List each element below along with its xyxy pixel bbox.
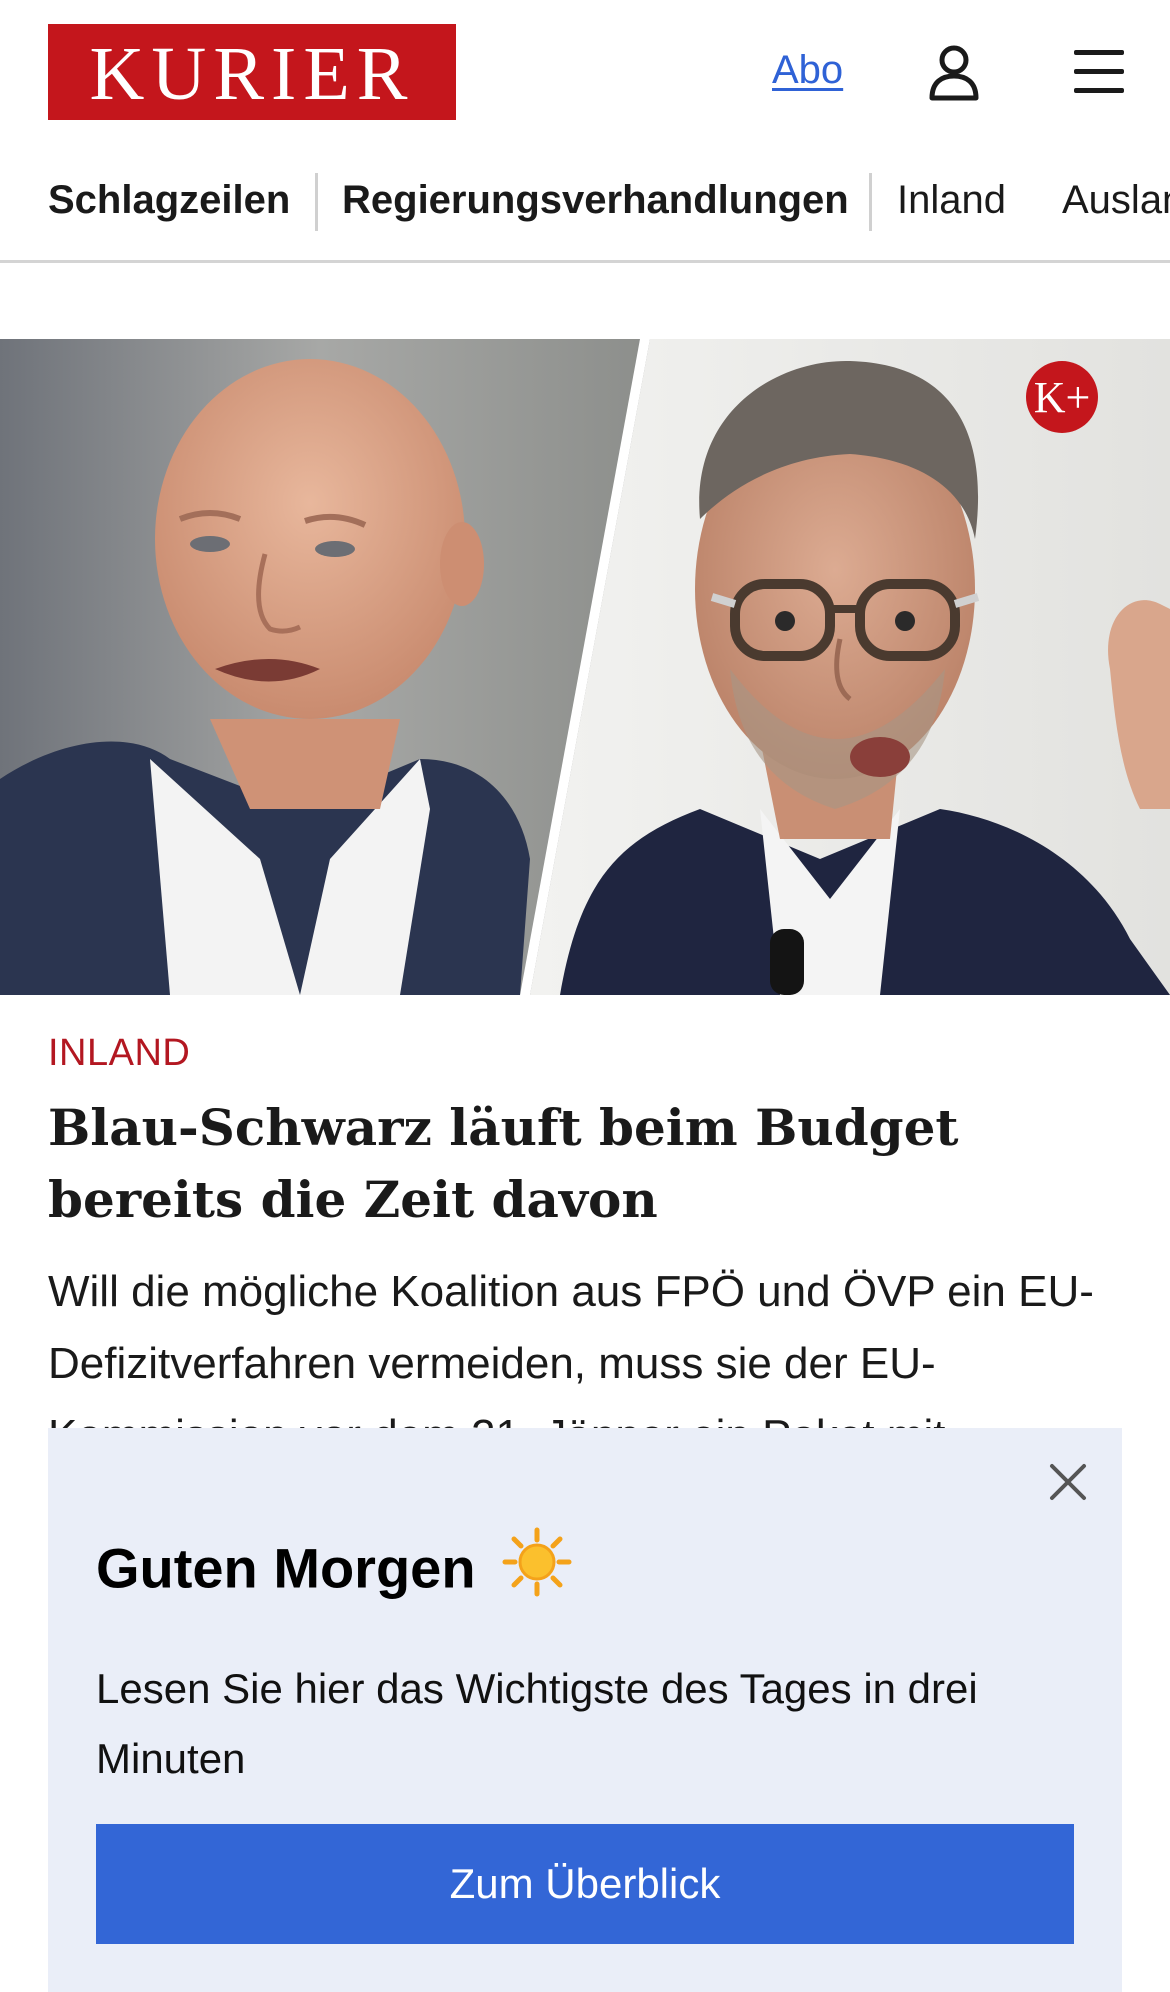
article-image[interactable] <box>0 339 1170 995</box>
nav-divider <box>869 173 872 231</box>
premium-badge-icon: K+ <box>1026 361 1098 433</box>
popup-title: Guten Morgen <box>96 1527 573 1611</box>
abo-link[interactable]: Abo <box>772 48 843 93</box>
hamburger-menu-icon[interactable] <box>1070 44 1130 100</box>
nav-item-ausland[interactable]: Ausland <box>1062 175 1170 225</box>
nav-item-schlagzeilen[interactable]: Schlagzeilen <box>48 175 290 225</box>
kurier-logo[interactable]: KURIER <box>48 24 456 120</box>
close-icon[interactable] <box>1046 1460 1090 1504</box>
overview-button[interactable]: Zum Überblick <box>96 1824 1074 1944</box>
category-nav: Schlagzeilen Regierungsverhandlungen Inl… <box>0 145 1170 263</box>
premium-badge-text: K+ <box>1033 372 1091 422</box>
portrait-illustration <box>0 339 1170 995</box>
popup-description: Lesen Sie hier das Wichtigste des Tages … <box>96 1665 978 1782</box>
nav-divider <box>315 173 318 231</box>
article-kicker[interactable]: INLAND <box>48 1032 190 1075</box>
article-headline[interactable]: Blau-Schwarz läuft beim Budget bereits d… <box>48 1092 1128 1236</box>
sun-icon <box>501 1526 573 1611</box>
user-icon[interactable] <box>924 42 984 102</box>
site-header: KURIER Abo <box>0 0 1170 145</box>
nav-item-inland[interactable]: Inland <box>897 175 1006 225</box>
nav-item-regierungsverhandlungen[interactable]: Regierungsverhandlungen <box>342 175 849 225</box>
logo-text: KURIER <box>89 32 415 116</box>
popup-title-text: Guten Morgen <box>96 1536 476 1600</box>
